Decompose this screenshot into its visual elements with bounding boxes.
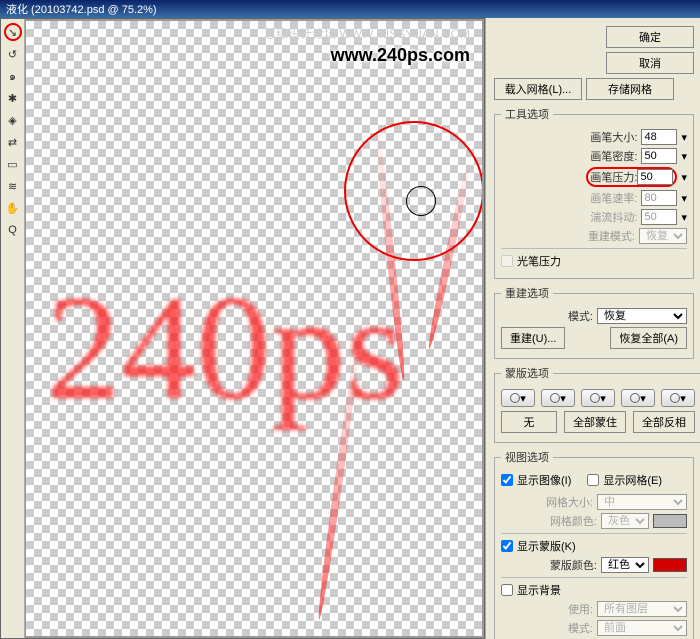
reconstruct-button[interactable]: 重建(U)... xyxy=(501,327,565,349)
mesh-color-label: 网格颜色: xyxy=(550,513,597,529)
reconstruct-mode2-label: 模式: xyxy=(568,308,593,324)
save-mesh-button[interactable]: 存储网格 xyxy=(586,78,674,100)
stepper-icon[interactable]: ▾ xyxy=(681,171,687,184)
push-left-tool[interactable]: ⇄ xyxy=(4,133,22,151)
bg-mode-label: 模式: xyxy=(568,620,593,636)
stylus-pressure-label: 光笔压力 xyxy=(517,253,561,269)
mask-mode-icon[interactable]: ▾ xyxy=(541,389,575,407)
show-bg-label: 显示背景 xyxy=(517,582,561,598)
reconstruct-mode-label: 重建模式: xyxy=(588,228,635,244)
watermark-site: 思缘设计论坛 WWW.MISSYUAN.COM xyxy=(264,25,470,42)
divider xyxy=(501,533,687,534)
divider xyxy=(501,248,687,249)
cancel-button[interactable]: 取消 xyxy=(606,52,694,74)
mesh-color-swatch xyxy=(653,514,687,528)
bloat-tool[interactable]: ◈ xyxy=(4,111,22,129)
restore-all-button[interactable]: 恢复全部(A) xyxy=(610,327,687,349)
title-text: 液化 (20103742.psd @ 75.2%) xyxy=(6,1,157,17)
turbulence-tool[interactable]: ≋ xyxy=(4,177,22,195)
reconstruct-mode2-select[interactable]: 恢复 xyxy=(597,308,687,324)
annotation-circle xyxy=(344,121,482,261)
tool-toolbar: ↘ ↺ ๑ ✱ ◈ ⇄ ▭ ≋ ✋ Q xyxy=(1,19,25,638)
title-bar: 液化 (20103742.psd @ 75.2%) xyxy=(0,0,700,18)
mask-mode-icon[interactable]: ▾ xyxy=(661,389,695,407)
show-mask-check[interactable] xyxy=(501,540,513,552)
brush-pressure-input[interactable] xyxy=(637,169,673,185)
mask-options-group: 蒙版选项 ▾ ▾ ▾ ▾ ▾ 无 全部蒙住 全部反相 xyxy=(494,365,700,443)
mask-color-label: 蒙版颜色: xyxy=(550,557,597,573)
brush-pressure-label: 画笔压力: xyxy=(590,169,637,185)
forward-warp-tool[interactable]: ↘ xyxy=(4,23,22,41)
mask-color-swatch xyxy=(653,558,687,572)
mask-none-button[interactable]: 无 xyxy=(501,411,557,433)
mask-mode-icon[interactable]: ▾ xyxy=(621,389,655,407)
tool-options-legend: 工具选项 xyxy=(501,106,553,122)
transparency-grid: 思缘设计论坛 WWW.MISSYUAN.COM www.240ps.com 24… xyxy=(26,21,482,636)
mask-invert-button[interactable]: 全部反相 xyxy=(633,411,695,433)
mask-legend: 蒙版选项 xyxy=(501,365,553,381)
mask-mode-icon[interactable]: ▾ xyxy=(581,389,615,407)
mesh-color-select: 灰色 xyxy=(601,513,649,529)
mirror-tool[interactable]: ▭ xyxy=(4,155,22,173)
mask-color-select[interactable]: 红色 xyxy=(601,557,649,573)
mask-mode-icon[interactable]: ▾ xyxy=(501,389,535,407)
freeze-mask-tool[interactable]: ✋ xyxy=(4,199,22,217)
options-panel: 确定 取消 载入网格(L)... 存储网格 工具选项 画笔大小: ▾ 画笔密度: ▾… xyxy=(485,18,700,639)
stepper-icon: ▾ xyxy=(681,192,687,205)
brush-density-label: 画笔密度: xyxy=(590,148,637,164)
tool-options-group: 工具选项 画笔大小:▾ 画笔密度:▾ 画笔压力:▾ 画笔速率:▾ 湍流抖动:▾ … xyxy=(494,106,694,279)
stepper-icon[interactable]: ▾ xyxy=(681,150,687,163)
show-mesh-check[interactable] xyxy=(587,474,599,486)
watermark-logo: www.240ps.com xyxy=(331,45,470,66)
use-select: 所有图层 xyxy=(597,601,687,617)
bg-mode-select: 前面 xyxy=(597,620,687,636)
turb-jitter-label: 湍流抖动: xyxy=(590,209,637,225)
canvas-area: ↘ ↺ ๑ ✱ ◈ ⇄ ▭ ≋ ✋ Q 思缘设计论坛 WWW.MISSYUAN.… xyxy=(0,18,485,639)
reconstruct-mode-select: 恢复 xyxy=(639,228,687,244)
ok-button[interactable]: 确定 xyxy=(606,26,694,48)
stepper-icon: ▾ xyxy=(681,211,687,224)
mesh-size-label: 网格大小: xyxy=(546,494,593,510)
reconstruct-options-group: 重建选项 模式:恢复 重建(U)... 恢复全部(A) xyxy=(494,285,694,359)
view-legend: 视图选项 xyxy=(501,449,553,465)
thaw-mask-tool[interactable]: Q xyxy=(4,221,22,239)
use-label: 使用: xyxy=(568,601,593,617)
brush-rate-input xyxy=(641,190,677,206)
stepper-icon[interactable]: ▾ xyxy=(681,131,687,144)
show-bg-check[interactable] xyxy=(501,584,513,596)
show-image-label: 显示图像(I) xyxy=(517,472,571,488)
turb-jitter-input xyxy=(641,209,677,225)
reconstruct-tool[interactable]: ↺ xyxy=(4,45,22,63)
stylus-pressure-check xyxy=(501,255,513,267)
brush-size-input[interactable] xyxy=(641,129,677,145)
mask-all-button[interactable]: 全部蒙住 xyxy=(564,411,626,433)
brush-rate-label: 画笔速率: xyxy=(590,190,637,206)
view-options-group: 视图选项 显示图像(I) 显示网格(E) 网格大小:中 网格颜色:灰色 显示蒙版… xyxy=(494,449,694,639)
twirl-tool[interactable]: ๑ xyxy=(4,67,22,85)
divider xyxy=(501,577,687,578)
pucker-tool[interactable]: ✱ xyxy=(4,89,22,107)
reconstruct-legend: 重建选项 xyxy=(501,285,553,301)
brush-size-label: 画笔大小: xyxy=(590,129,637,145)
canvas-viewport[interactable]: 思缘设计论坛 WWW.MISSYUAN.COM www.240ps.com 24… xyxy=(26,21,482,636)
show-mesh-label: 显示网格(E) xyxy=(603,472,662,488)
show-image-check[interactable] xyxy=(501,474,513,486)
show-mask-label: 显示蒙版(K) xyxy=(517,538,576,554)
mesh-size-select: 中 xyxy=(597,494,687,510)
brush-density-input[interactable] xyxy=(641,148,677,164)
load-mesh-button[interactable]: 载入网格(L)... xyxy=(494,78,582,100)
